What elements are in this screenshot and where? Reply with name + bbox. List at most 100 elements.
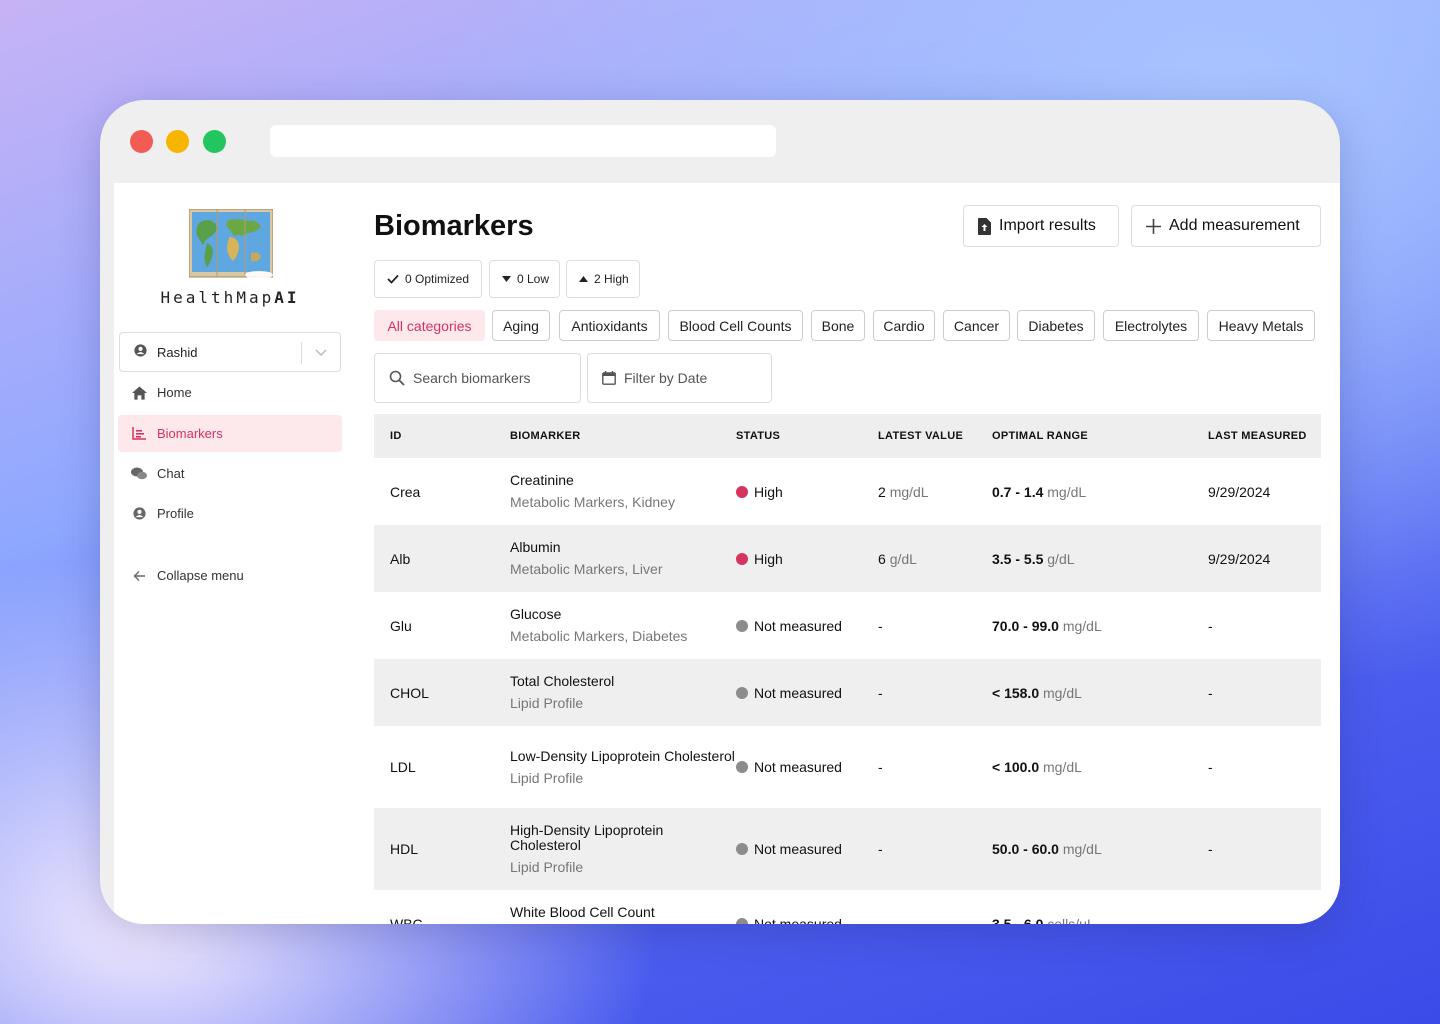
page-title: Biomarkers [374,210,534,242]
cell-id: CHOL [374,659,510,726]
category-electrolytes[interactable]: Electrolytes [1103,310,1199,341]
table-row[interactable]: CHOL Total Cholesterol Lipid Profile Not me… [374,659,1321,726]
cell-biomarker: Glucose Metabolic Markers, Diabetes [510,592,736,659]
import-results-button[interactable]: Import results [963,205,1119,247]
column-header-optimal-range[interactable]: OPTIMAL RANGE [992,414,1208,458]
filter-high[interactable]: 2 High [566,260,640,298]
biomarker-name: White Blood Cell Count [510,904,655,920]
filter-optimized[interactable]: 0 Optimized [374,260,482,298]
cell-id: Alb [374,525,510,592]
maximize-window-button[interactable] [203,130,226,153]
close-window-button[interactable] [130,130,153,153]
plus-icon [1146,218,1161,234]
cell-biomarker: Total Cholesterol Lipid Profile [510,659,736,726]
cell-status: Not measured [736,890,878,924]
category-bone[interactable]: Bone [811,310,865,341]
status-dot-icon [736,619,748,632]
status-text: High [754,483,783,500]
category-label: All categories [387,317,472,334]
category-heavy-metals[interactable]: Heavy Metals [1207,310,1315,341]
filter-low[interactable]: 0 Low [489,260,560,298]
status-text: Not measured [754,759,842,775]
main-content: Biomarkers Import results Add measuremen… [374,183,1340,924]
table-row[interactable]: Glu Glucose Metabolic Markers, Diabetes Not… [374,592,1321,659]
user-select[interactable]: Rashid [119,332,341,372]
search-input[interactable]: Search biomarkers [374,353,581,403]
file-upload-icon [978,217,991,235]
table-row[interactable]: WBC White Blood Cell CountBlood Cell Coun… [374,890,1321,924]
search-icon [389,370,405,386]
latest-value: - [878,915,883,925]
cell-last-measured: 9/29/2024 [1208,525,1321,592]
cell-status: Not measured [736,592,878,659]
biomarker-category: Metabolic Markers, Liver [510,561,663,577]
category-label: Heavy Metals [1218,317,1304,334]
cell-id: Crea [390,483,421,500]
category-aging[interactable]: Aging [492,310,550,341]
biomarker-name: Low-Density Lipoprotein Cholesterol [510,747,735,764]
optimal-range-unit: mg/dL [1043,759,1082,775]
category-antioxidants[interactable]: Antioxidants [559,310,660,341]
collapse-menu-button[interactable]: Collapse menu [118,557,342,594]
cell-status: Not measured [736,808,878,890]
optimal-range-unit: cells/uL [1047,915,1095,925]
nav-item-chat[interactable]: Chat [118,455,342,492]
category-label: Electrolytes [1114,317,1188,334]
cell-optimal-range: 3.5 - 5.5 g/dL [992,525,1208,592]
cell-latest-value: - [878,659,992,726]
date-filter-input[interactable]: Filter by Date [587,353,772,403]
table-row[interactable]: LDL Low-Density Lipoprotein Cholesterol Li… [374,726,1321,808]
cell-latest-value: - [878,808,992,890]
minimize-window-button[interactable] [166,130,189,153]
table-row[interactable]: Alb Albumin Metabolic Markers, Liver High 6 … [374,525,1321,592]
latest-value: - [878,684,883,701]
optimal-range-value: 3.5 - 5.5 [992,550,1044,567]
select-divider [301,342,302,364]
category-label: Blood Cell Counts [679,317,792,334]
cell-id: LDL [390,759,416,775]
category-label: Cancer [953,317,1000,334]
biomarker-category: Lipid Profile [510,695,584,711]
cell-last-measured: 9/29/2024 [1208,483,1271,500]
cell-last-measured: - [1208,915,1213,925]
nav-item-biomarkers[interactable]: Biomarkers [118,415,342,452]
status-dot-icon [736,552,748,565]
nav-item-home[interactable]: Home [118,374,342,411]
status-text: Not measured [754,915,842,925]
column-header-last-measured[interactable]: LAST MEASURED [1208,414,1321,458]
add-measurement-button[interactable]: Add measurement [1131,205,1321,247]
table-row[interactable]: Crea Creatinine Metabolic Markers, Kidney H… [374,458,1321,525]
window-titlebar [100,100,1340,183]
biomarkers-table: ID BIOMARKER STATUS LATEST VALUE OPTIMAL… [374,414,1321,924]
column-header-biomarker[interactable]: BIOMARKER [510,414,736,458]
latest-value: - [878,841,883,857]
chart-icon [131,427,147,440]
address-bar[interactable] [270,125,776,157]
user-icon [131,507,147,520]
column-header-latest-value[interactable]: LATEST VALUE [878,414,992,458]
cell-optimal-range: < 100.0 mg/dL [992,726,1208,808]
status-dot-icon [736,917,748,924]
category-diabetes[interactable]: Diabetes [1017,310,1095,341]
category-all[interactable]: All categories [374,310,485,341]
import-results-label: Import results [999,217,1096,234]
optimal-range-value: 70.0 - 99.0 [992,617,1059,634]
calendar-icon [602,371,616,385]
cell-latest-value: 6 g/dL [878,525,992,592]
cell-last-measured: - [1208,808,1321,890]
table-row[interactable]: HDL High-Density Lipoprotein Cholesterol L… [374,808,1321,890]
nav-item-profile[interactable]: Profile [118,495,342,532]
user-icon [134,344,147,360]
cell-biomarker: High-Density Lipoprotein Cholesterol Lipi… [510,808,736,890]
chevron-down-icon[interactable] [314,345,328,362]
column-header-id[interactable]: ID [374,414,510,458]
category-label: Cardio [883,317,925,334]
category-blood-cell-counts[interactable]: Blood Cell Counts [668,310,803,341]
biomarker-category: Lipid Profile [510,769,584,786]
optimal-range-unit: mg/dL [1062,841,1102,857]
app-content: HealthMapAI Rashid Home Biomarkers Chat … [114,183,1340,924]
optimal-range-unit: mg/dL [1062,617,1102,634]
column-header-status[interactable]: STATUS [736,414,878,458]
category-cancer[interactable]: Cancer [943,310,1010,341]
category-cardio[interactable]: Cardio [873,310,935,341]
